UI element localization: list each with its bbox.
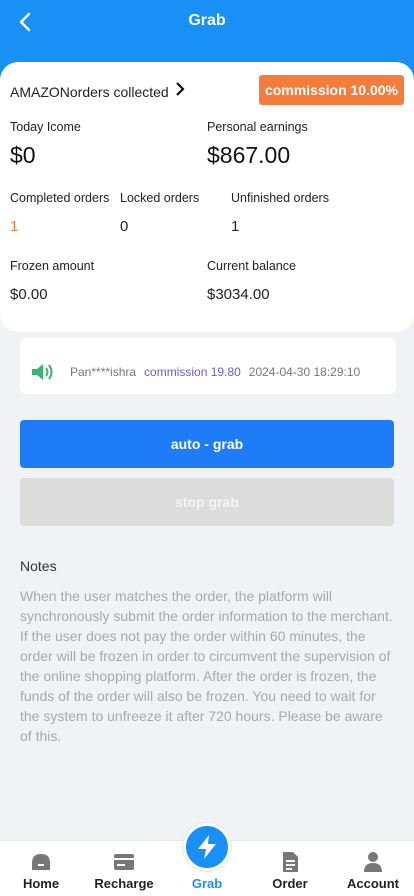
tab-order[interactable]: Order xyxy=(249,841,331,896)
today-income-label: Today Icome xyxy=(10,120,81,134)
locked-orders-label: Locked orders xyxy=(120,191,200,205)
unfinished-orders-value: 1 xyxy=(231,218,240,235)
tab-account-label: Account xyxy=(347,876,399,891)
tab-recharge-label: Recharge xyxy=(94,876,154,891)
notes-title: Notes xyxy=(20,558,57,574)
tab-grab-label: Grab xyxy=(191,876,223,891)
current-balance-label: Current balance xyxy=(207,259,296,273)
commission-badge: commission 10.00% xyxy=(258,75,404,105)
document-icon xyxy=(283,852,298,872)
current-balance-value: $3034.00 xyxy=(207,286,270,303)
tab-recharge[interactable]: Recharge xyxy=(83,841,165,896)
lightning-icon xyxy=(183,823,231,871)
tab-order-label: Order xyxy=(272,876,308,891)
stop-grab-button[interactable]: stop grab xyxy=(20,478,394,526)
page-title: Grab xyxy=(188,12,226,29)
unfinished-orders-label: Unfinished orders xyxy=(231,191,329,205)
completed-orders-label: Completed orders xyxy=(10,191,110,205)
today-income-value: $0 xyxy=(10,142,36,168)
ticker-row: Pan****ishra commission 19.80 2024-04-30… xyxy=(30,362,360,382)
user-icon xyxy=(364,852,382,872)
auto-grab-button[interactable]: auto - grab xyxy=(20,420,394,468)
orders-collected-label: AMAZONorders collected xyxy=(10,83,169,100)
frozen-amount-label: Frozen amount xyxy=(10,259,95,273)
locked-orders-value: 0 xyxy=(120,218,129,235)
wallet-icon xyxy=(114,854,134,870)
chevron-right-icon xyxy=(175,82,185,101)
tab-grab[interactable]: Grab xyxy=(166,823,248,896)
ticker-commission: commission 19.80 xyxy=(144,365,241,379)
ticker-user: Pan****ishra xyxy=(70,365,137,379)
tab-account[interactable]: Account xyxy=(332,841,414,896)
personal-earnings-label: Personal earnings xyxy=(207,120,308,134)
ticker-time: 2024-04-30 18:29:10 xyxy=(248,365,361,379)
bottom-tab-bar: Home Recharge Grab Order Account xyxy=(0,823,414,896)
notes-body: When the user matches the order, the pla… xyxy=(20,588,393,744)
completed-orders-value: 1 xyxy=(10,218,19,235)
orders-collected-link[interactable]: AMAZONorders collected xyxy=(10,82,185,101)
tab-home[interactable]: Home xyxy=(0,841,82,896)
home-icon xyxy=(32,854,50,870)
frozen-amount-value: $0.00 xyxy=(10,286,48,303)
summary-card: AMAZONorders collected commission 10.00%… xyxy=(0,62,414,332)
personal-earnings-value: $867.00 xyxy=(207,142,291,168)
commission-ticker: Pan****ishra commission 19.80 2024-04-30… xyxy=(20,338,396,394)
tab-home-label: Home xyxy=(22,876,60,891)
speaker-icon xyxy=(32,364,53,380)
